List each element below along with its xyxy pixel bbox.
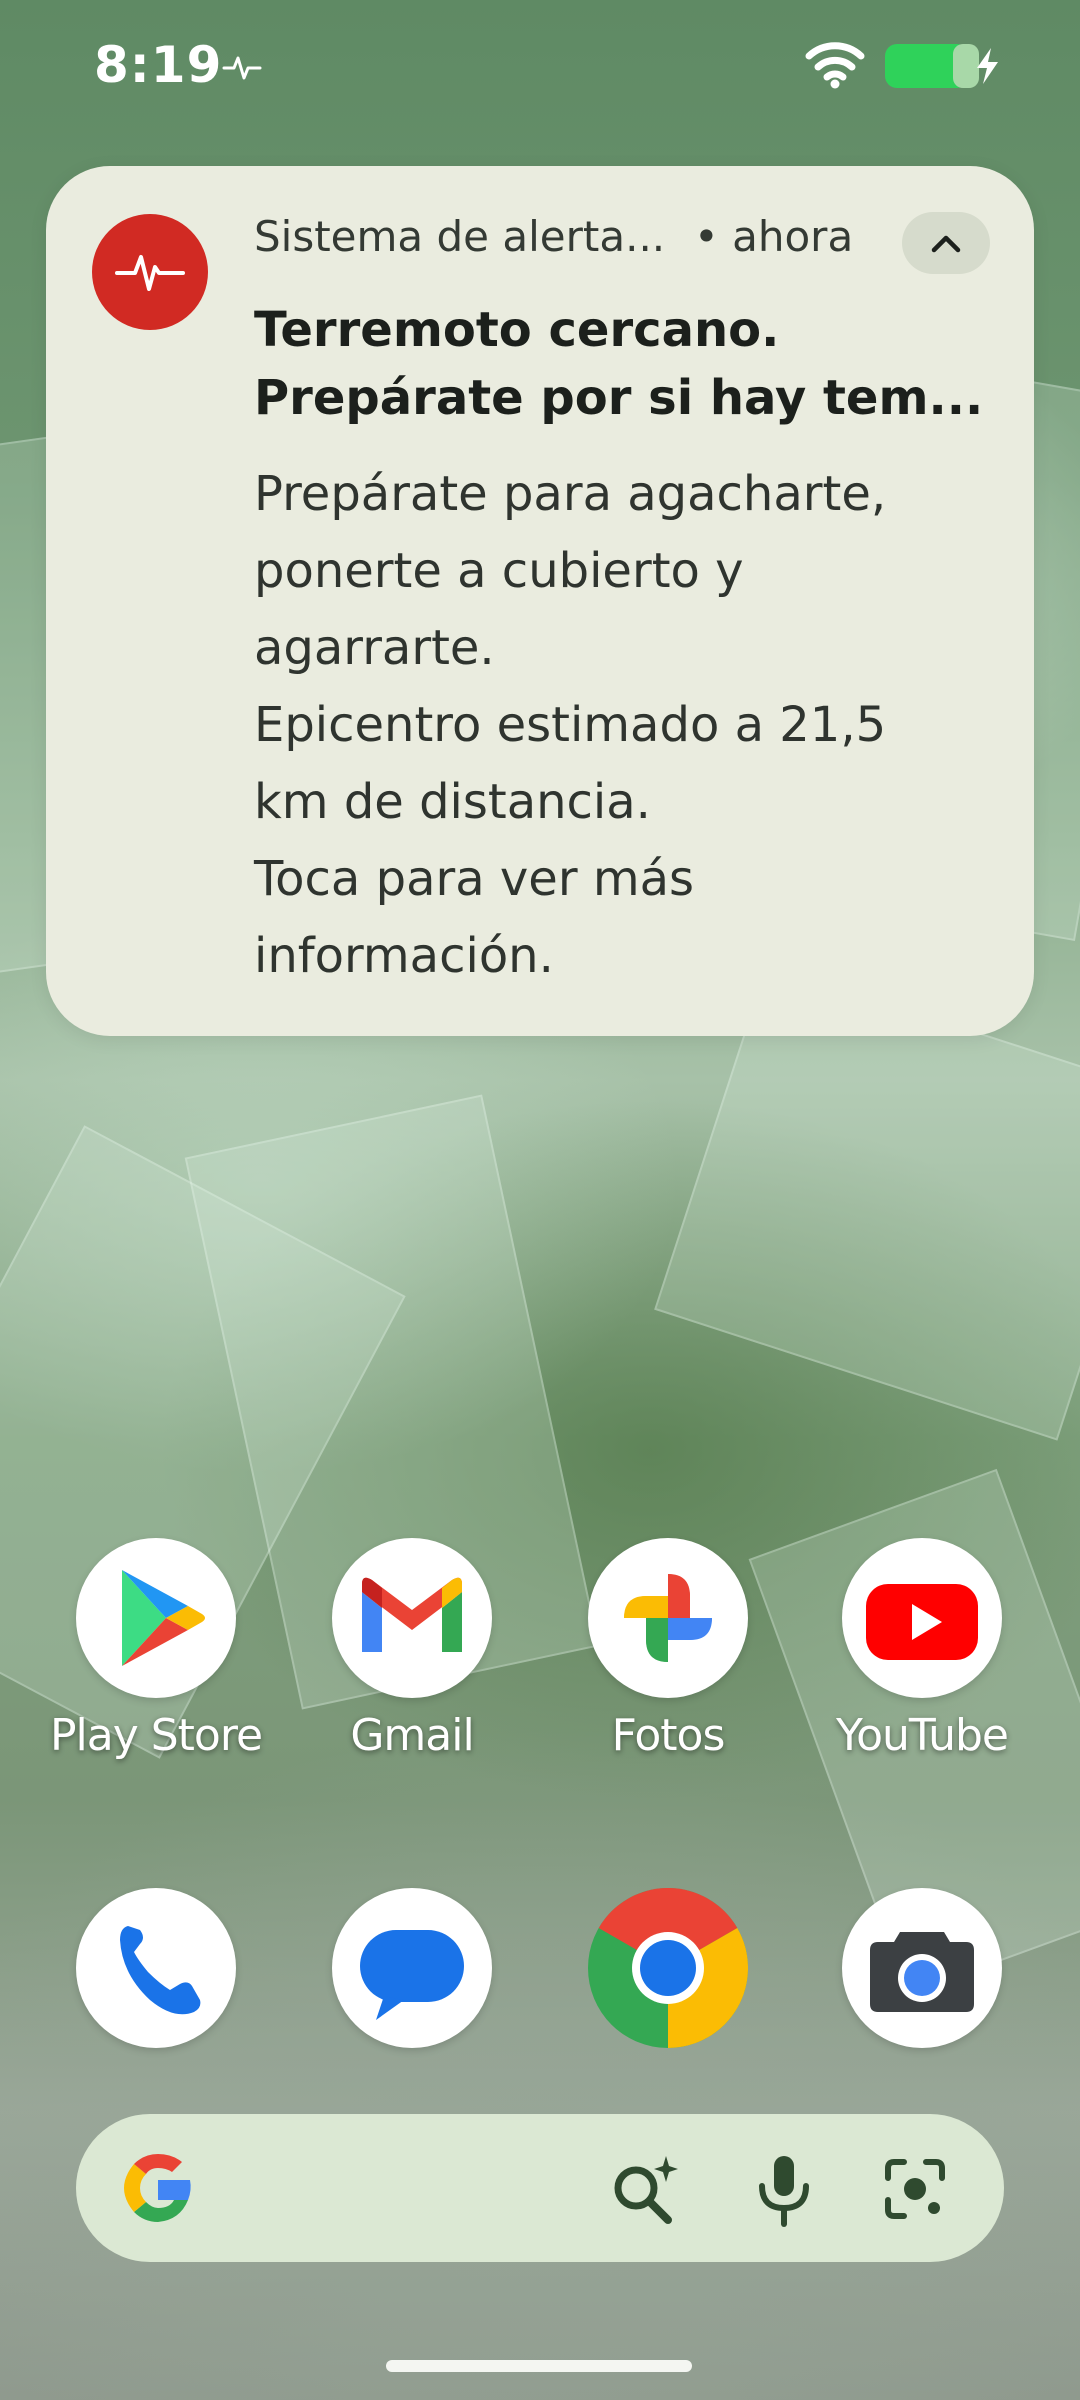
google-search-bar[interactable] [76, 2114, 1004, 2262]
gmail-icon [332, 1538, 492, 1698]
notification-body-line: Toca para ver más [254, 851, 694, 907]
pulse-icon [222, 56, 262, 80]
play-store-icon [76, 1538, 236, 1698]
notification-title-line: Prepárate por si hay tem... [254, 370, 984, 426]
microphone-icon[interactable] [754, 2152, 814, 2228]
wifi-icon [805, 42, 865, 89]
chevron-up-icon [931, 235, 961, 253]
notification-body-line: km de distancia. [254, 774, 651, 830]
app-label: Gmail [350, 1710, 474, 1761]
notification-title: Terremoto cercano. Prepárate por si hay … [254, 296, 1014, 432]
google-logo-icon [124, 2154, 191, 2222]
earthquake-alert-icon [92, 214, 208, 330]
notification-body-line: información. [254, 928, 554, 984]
camera-icon[interactable] [842, 1888, 1002, 2048]
app-label: YouTube [836, 1710, 1009, 1761]
notification-body-line: Prepárate para agacharte, [254, 466, 887, 522]
photos-icon [588, 1538, 748, 1698]
home-indicator[interactable] [386, 2360, 692, 2372]
app-label: Play Store [49, 1710, 263, 1761]
earthquake-alert-notification[interactable]: Sistema de alerta... • ahora Terremoto c… [46, 166, 1034, 1036]
app-label: Fotos [611, 1710, 726, 1761]
notification-title-line: Terremoto cercano. [254, 302, 780, 358]
ai-search-icon[interactable] [608, 2154, 680, 2226]
notification-body-line: ponerte a cubierto y [254, 543, 744, 599]
notification-time: • ahora [694, 212, 854, 261]
chrome-icon[interactable] [588, 1888, 748, 2048]
status-bar: 8:19 [0, 0, 1080, 130]
notification-app-name: Sistema de alerta... [254, 212, 666, 261]
clock: 8:19 [94, 36, 223, 94]
collapse-button[interactable] [902, 212, 990, 274]
lens-icon[interactable] [882, 2156, 948, 2222]
youtube-icon [842, 1538, 1002, 1698]
messages-icon[interactable] [332, 1888, 492, 2048]
notification-body-line: agarrarte. [254, 620, 495, 676]
notification-body: Prepárate para agacharte, ponerte a cubi… [254, 456, 1014, 995]
battery-charging-icon [885, 44, 998, 88]
notification-body-line: Epicentro estimado a 21,5 [254, 697, 887, 753]
phone-icon[interactable] [76, 1888, 236, 2048]
